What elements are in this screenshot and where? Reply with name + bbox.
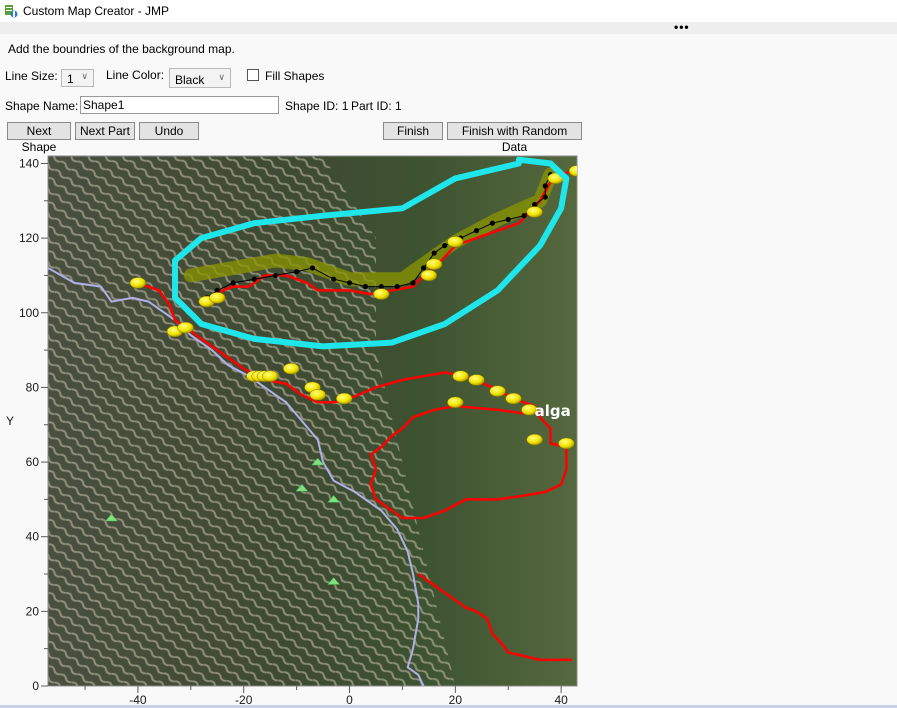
map-marker bbox=[447, 236, 464, 248]
line-color-label: Line Color: bbox=[106, 68, 165, 82]
shape-vertex[interactable] bbox=[420, 265, 427, 271]
toolbar-strip bbox=[0, 22, 897, 34]
map-marker bbox=[468, 374, 485, 386]
line-size-value: 1 bbox=[67, 72, 74, 86]
shape-vertex[interactable] bbox=[431, 250, 437, 256]
shape-vertex[interactable] bbox=[230, 280, 236, 286]
shape-vertex[interactable] bbox=[331, 276, 337, 282]
part-id-text: Part ID: 1 bbox=[351, 99, 402, 113]
finish-random-data-button[interactable]: Finish with Random Data bbox=[447, 122, 582, 154]
map-marker bbox=[447, 396, 464, 409]
shape-id-text: Shape ID: 1 bbox=[285, 99, 349, 113]
y-tick-label: 80 bbox=[26, 380, 40, 394]
line-size-select[interactable]: 1 ∨ bbox=[61, 69, 94, 87]
shape-vertex[interactable] bbox=[294, 269, 300, 275]
map-marker bbox=[452, 370, 469, 382]
shape-vertex[interactable] bbox=[394, 284, 400, 290]
map-marker bbox=[283, 362, 300, 375]
shape-vertex[interactable] bbox=[309, 265, 316, 271]
y-tick-label: 120 bbox=[19, 231, 39, 245]
next-shape-button[interactable]: Next Shape bbox=[7, 122, 71, 154]
y-tick-label: 140 bbox=[19, 156, 39, 170]
shape-vertex[interactable] bbox=[505, 216, 511, 223]
overflow-menu-icon[interactable]: ••• bbox=[674, 20, 690, 34]
map-marker bbox=[209, 292, 226, 304]
chevron-down-icon: ∨ bbox=[218, 72, 225, 82]
fill-shapes-checkbox[interactable] bbox=[247, 69, 259, 81]
line-color-select[interactable]: Black ∨ bbox=[169, 68, 231, 88]
fill-shapes-label[interactable]: Fill Shapes bbox=[265, 69, 324, 83]
map-marker bbox=[373, 288, 390, 300]
map-marker bbox=[505, 392, 522, 405]
shape-vertex[interactable] bbox=[442, 242, 448, 249]
finish-button[interactable]: Finish bbox=[383, 122, 443, 140]
shape-vertex[interactable] bbox=[542, 183, 548, 189]
shape-vertex[interactable] bbox=[251, 276, 257, 282]
shape-vertex[interactable] bbox=[346, 280, 353, 286]
map-marker bbox=[309, 389, 327, 401]
shape-name-label: Shape Name: bbox=[5, 99, 79, 113]
map-graph[interactable]: 020406080100120140-40 -20 0 20 40 alga bbox=[0, 150, 600, 708]
map-marker bbox=[420, 269, 438, 282]
y-tick-label: 0 bbox=[32, 679, 39, 693]
shape-vertex[interactable] bbox=[489, 220, 495, 226]
chevron-down-icon: ∨ bbox=[81, 71, 88, 81]
y-tick-label: 40 bbox=[26, 530, 40, 544]
shape-vertex[interactable] bbox=[362, 284, 368, 290]
map-marker bbox=[568, 165, 577, 177]
line-size-label: Line Size: bbox=[5, 69, 58, 83]
shape-vertex[interactable] bbox=[521, 213, 527, 219]
map-marker bbox=[129, 277, 147, 289]
next-part-button[interactable]: Next Part bbox=[75, 122, 135, 140]
window-title: Custom Map Creator - JMP bbox=[23, 4, 170, 18]
instructions-text: Add the boundries of the background map. bbox=[8, 42, 235, 56]
shape-vertex[interactable] bbox=[473, 228, 480, 234]
shape-name-input[interactable] bbox=[80, 96, 279, 114]
y-axis-title: Y bbox=[6, 414, 15, 428]
shape-vertex[interactable] bbox=[272, 272, 279, 279]
map-marker bbox=[526, 433, 543, 446]
map-marker bbox=[526, 206, 543, 218]
undo-button[interactable]: Undo bbox=[139, 122, 199, 140]
map-marker bbox=[177, 321, 194, 334]
map-marker bbox=[425, 258, 443, 270]
map-marker bbox=[489, 385, 506, 397]
y-tick-label: 100 bbox=[19, 306, 39, 320]
jmp-map-app-icon bbox=[5, 5, 18, 18]
title-bar: Custom Map Creator - JMP bbox=[0, 0, 897, 22]
line-color-value: Black bbox=[175, 73, 205, 87]
map-marker bbox=[558, 437, 575, 450]
map-marker bbox=[335, 392, 353, 405]
map-city-label: alga bbox=[535, 402, 571, 420]
y-tick-label: 60 bbox=[26, 455, 40, 469]
y-tick-label: 20 bbox=[26, 604, 40, 618]
map-marker bbox=[261, 370, 279, 382]
shape-vertex[interactable] bbox=[542, 194, 548, 200]
shape-vertex[interactable] bbox=[410, 280, 416, 286]
